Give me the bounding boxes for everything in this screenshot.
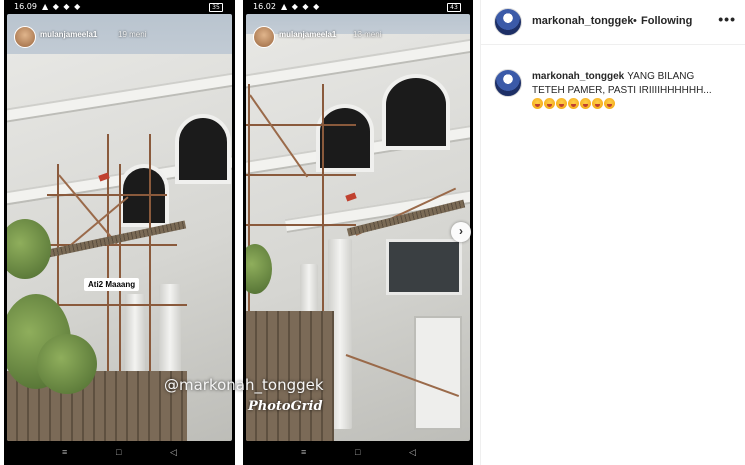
home-icon: □ (116, 447, 122, 457)
post-media[interactable]: 16.09 ▲ ◆ ◆ ◆ 35 mulanjameela1 19 meni ≡… (0, 0, 480, 465)
story-username: mulanjameela1 (279, 30, 337, 39)
story-timestamp: 19 meni (118, 30, 147, 39)
story-header: mulanjameela1 19 meni (8, 26, 231, 48)
tongue-emoji-icon (556, 98, 567, 109)
status-bar: 16.09 ▲ ◆ ◆ ◆ 35 (4, 0, 235, 14)
story-screenshot-left: 16.09 ▲ ◆ ◆ ◆ 35 mulanjameela1 19 meni ≡… (4, 0, 235, 465)
tongue-emoji-icon (604, 98, 615, 109)
status-icons: ▲ ◆ ◆ ◆ (281, 2, 321, 11)
tongue-emoji-icon (544, 98, 555, 109)
commenter-avatar[interactable] (494, 69, 522, 97)
story-screenshot-right: 16.02 ▲ ◆ ◆ ◆ 43 mulanjameela1 13 meni ≡… (243, 0, 473, 465)
next-arrow-button[interactable]: › (451, 222, 471, 242)
username-watermark: @markonah_tonggek (164, 376, 324, 394)
tongue-emoji-icon (592, 98, 603, 109)
status-time: 16.09 (14, 2, 37, 11)
more-options-icon[interactable]: ••• (718, 11, 736, 27)
tongue-emoji-icon (532, 98, 543, 109)
caption-text-block: markonah_tonggek YANG BILANG TETEH PAMER,… (532, 70, 727, 98)
battery-icon: 43 (447, 3, 461, 12)
story-avatar (14, 26, 36, 48)
tongue-emoji-icon (568, 98, 579, 109)
story-header: mulanjameela1 13 meni (247, 26, 469, 48)
following-button[interactable]: Following (641, 15, 692, 27)
photogrid-watermark: PhotoGrid (248, 399, 323, 414)
menu-icon: ≡ (62, 447, 68, 457)
story-username: mulanjameela1 (40, 30, 98, 39)
back-icon: ◁ (170, 447, 177, 457)
header-separator: • (633, 15, 637, 27)
story-sticker: Ati2 Maaang (84, 278, 140, 291)
battery-icon: 35 (209, 3, 223, 12)
status-bar: 16.02 ▲ ◆ ◆ ◆ 43 (243, 0, 473, 14)
tongue-emoji-icon (580, 98, 591, 109)
menu-icon: ≡ (301, 447, 307, 457)
android-nav-bar: ≡ □ ◁ (243, 441, 473, 465)
post-side-panel: markonah_tonggek • Following ••• markona… (480, 0, 745, 465)
post-username-link[interactable]: markonah_tonggek (532, 15, 633, 27)
emoji-row (532, 98, 616, 109)
home-icon: □ (355, 447, 361, 457)
story-timestamp: 13 meni (353, 30, 382, 39)
comment-username-link[interactable]: markonah_tonggek (532, 71, 624, 82)
android-nav-bar: ≡ □ ◁ (4, 441, 235, 465)
back-icon: ◁ (409, 447, 416, 457)
user-avatar[interactable] (494, 8, 522, 36)
status-icons: ▲ ◆ ◆ ◆ (42, 2, 82, 11)
post-header: markonah_tonggek • Following ••• (481, 0, 745, 45)
status-time: 16.02 (253, 2, 276, 11)
story-avatar (253, 26, 275, 48)
